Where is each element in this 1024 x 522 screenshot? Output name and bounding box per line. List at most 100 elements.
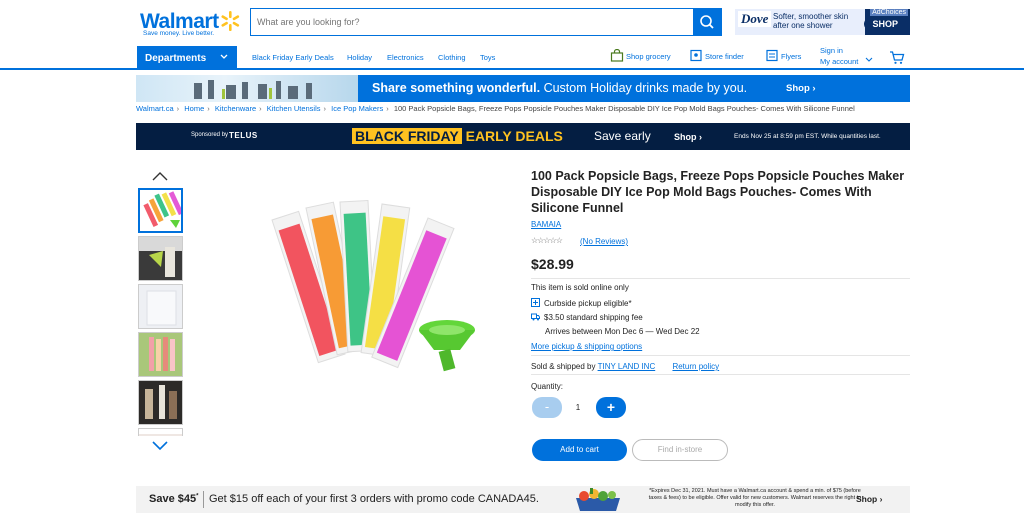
breadcrumb-current: 100 Pack Popsicle Bags, Freeze Pops Pops… [393,104,855,113]
promo-save-amount: Save $45 [149,493,197,505]
banner-shop-link[interactable]: Shop › [786,83,816,94]
ad-line2: after one shower [773,21,833,30]
sponsored-label: Sponsored by [191,132,229,138]
reviews-link[interactable]: (No Reviews) [580,237,628,246]
divider [531,355,910,356]
curbside-row: Curbside pickup eligible* [531,298,632,308]
product-price: $28.99 [531,256,574,272]
thumbnail-4[interactable] [138,332,183,377]
curbside-label: Curbside pickup eligible* [544,299,632,308]
flyers-link[interactable]: Flyers [765,49,801,62]
shipping-fee: $3.50 standard shipping fee [544,313,643,322]
chevron-down-icon[interactable] [151,440,169,452]
thumbnail-1[interactable] [138,188,183,233]
promo-asterisk: * [196,493,199,500]
bf-shop-link[interactable]: Shop › [674,132,702,142]
nav-holiday[interactable]: Holiday [347,53,372,62]
add-to-cart-button[interactable]: Add to cart [532,439,627,461]
bf-save-early: Save early [594,129,651,143]
divider [531,374,910,375]
breadcrumb-ice-pop-makers[interactable]: Ice Pop Makers [331,104,383,113]
walmart-logo[interactable]: Walmart Save money. Live better. [140,10,242,38]
drink-bottles-illustration [194,80,312,99]
telus-logo: TELUS [229,131,258,140]
drinks-image [136,75,358,102]
nav-toys[interactable]: Toys [480,53,495,62]
pickup-icon [531,298,540,307]
breadcrumb-kitchenware[interactable]: Kitchenware [215,104,256,113]
seller-row: Sold & shipped by TINY LAND INC Return p… [531,362,719,371]
chevron-down-icon [866,57,873,62]
quantity-value[interactable]: 1 [566,397,590,418]
quantity-decrease-button[interactable]: - [532,397,562,418]
flyers-label: Flyers [781,52,802,61]
more-options-link[interactable]: More pickup & shipping options [531,342,642,351]
popsicle-bags-thumb [140,190,181,231]
shop-grocery-link[interactable]: Shop grocery [610,48,671,62]
thumbnail-2[interactable] [138,236,183,281]
ad-line1: Softer, smoother skin [773,12,849,21]
store-finder-link[interactable]: Store finder [689,49,744,62]
search-input[interactable] [251,9,695,35]
breadcrumb-kitchen-utensils[interactable]: Kitchen Utensils [267,104,321,113]
bf-ends-note: Ends Nov 25 at 8:59 pm EST. While quanti… [734,133,881,140]
bf-early-deals: EARLY DEALS [465,128,563,144]
flyer-icon [766,49,778,62]
brand-link[interactable]: BAMAIA [531,220,561,229]
promo-shop-link[interactable]: Shop › [856,494,882,504]
outdoor-pops-thumb [139,333,182,376]
banner-message: Share something wonderful. Custom Holida… [372,81,747,95]
my-account-label: My account [820,57,859,66]
banner-rest: Custom Holiday drinks made by you. [543,81,748,95]
dove-ad[interactable]: Dove Softer, smoother skin after one sho… [735,9,910,35]
online-only-note: This item is sold online only [531,283,629,292]
sold-by-label: Sold & shipped by [531,362,596,371]
grocery-bag-icon [610,48,624,62]
search-button[interactable] [693,9,721,35]
filling-photo-thumb [139,237,182,280]
nav-electronics[interactable]: Electronics [387,53,424,62]
quantity-increase-button[interactable]: + [596,397,626,418]
grocery-basket-image [576,488,620,511]
promo-divider [203,491,204,508]
thumbnail-5[interactable] [138,380,183,425]
divider [531,278,910,279]
seller-link[interactable]: TINY LAND INC [598,362,656,371]
ad-shop-button[interactable]: SHOP [864,18,906,30]
breadcrumb-home[interactable]: Home [184,104,204,113]
adchoices-label[interactable]: AdChoices [870,9,908,16]
shop-grocery-label: Shop grocery [626,52,671,61]
holiday-drinks-banner[interactable]: Share something wonderful. Custom Holida… [136,75,910,102]
shipping-row: $3.50 standard shipping fee [531,312,643,322]
bf-headline: BLACK FRIDAY EARLY DEALS [352,128,563,144]
black-friday-banner[interactable]: Sponsored by TELUS BLACK FRIDAY EARLY DE… [136,123,910,150]
store-pin-icon [690,49,702,62]
return-policy-link[interactable]: Return policy [672,362,719,371]
account-menu[interactable]: Sign in My account [820,46,874,67]
sign-in-label: Sign in [820,46,843,55]
usage-photo-thumb [139,381,182,424]
product-title: 100 Pack Popsicle Bags, Freeze Pops Pops… [531,169,905,215]
nav-clothing[interactable]: Clothing [438,53,466,62]
cart-icon[interactable] [889,50,905,65]
thumbnail-6[interactable] [138,428,183,436]
bf-black-friday: BLACK FRIDAY [352,128,462,144]
breadcrumb-walmart[interactable]: Walmart.ca [136,104,174,113]
chevron-up-icon[interactable] [151,170,169,182]
empty-bags-thumb [139,285,182,328]
find-in-store-button[interactable]: Find in-store [632,439,728,461]
ad-text: Softer, smoother skin after one shower [773,12,848,30]
nav-black-friday[interactable]: Black Friday Early Deals [252,53,334,62]
partial-thumb [139,434,182,436]
departments-button[interactable]: Departments [137,46,237,70]
thumbnail-3[interactable] [138,284,183,329]
promo-banner[interactable]: Save $45* Get $15 off each of your first… [136,486,910,513]
ad-brand: Dove [738,11,772,27]
promo-message: Get $15 off each of your first 3 orders … [209,493,539,505]
search-bar [250,8,722,36]
product-main-image[interactable] [232,178,490,404]
truck-icon [531,313,540,321]
departments-label: Departments [145,53,207,64]
spark-icon [221,11,240,31]
rating-stars: ☆☆☆☆☆ [531,236,563,245]
